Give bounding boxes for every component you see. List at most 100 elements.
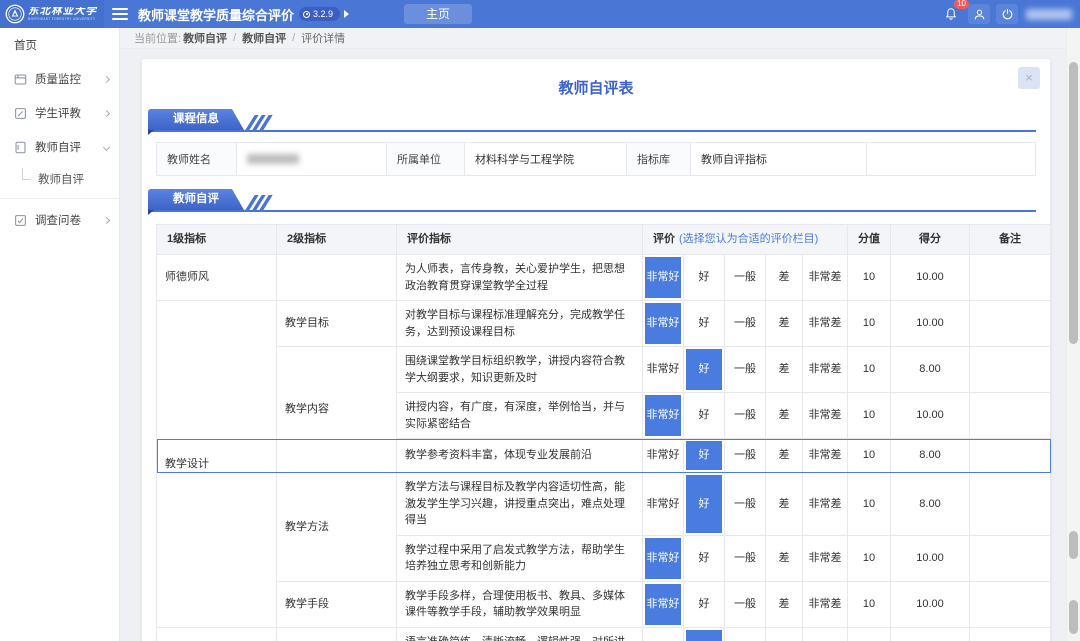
expand-arrow-icon[interactable] bbox=[344, 10, 349, 18]
rating-option-cell: 差 bbox=[766, 393, 803, 439]
tab-home[interactable]: 主页 bbox=[404, 4, 472, 24]
rating-option-button[interactable]: 非常差 bbox=[805, 257, 845, 298]
rating-option-button[interactable]: 差 bbox=[768, 303, 800, 344]
rating-option-button[interactable]: 非常好 bbox=[645, 584, 681, 625]
rating-option-button[interactable]: 非常好 bbox=[645, 475, 681, 533]
rating-option-button[interactable]: 一般 bbox=[727, 630, 763, 641]
notifications-button[interactable]: 10 bbox=[940, 4, 962, 24]
rating-option-button[interactable]: 非常差 bbox=[805, 303, 845, 344]
rating-option-cell: 非常好 bbox=[643, 473, 684, 536]
rating-option-button[interactable]: 好 bbox=[686, 630, 722, 641]
rating-option-button[interactable]: 非常差 bbox=[805, 630, 845, 641]
section-tab-label: 课程信息 bbox=[148, 109, 244, 130]
rating-option-button[interactable]: 非常差 bbox=[805, 441, 845, 470]
sidebar-item-teacher-self-evaluation[interactable]: 教师自评 bbox=[0, 130, 119, 164]
sidebar-item-survey[interactable]: 调查问卷 bbox=[0, 203, 119, 237]
rating-option-cell: 差 bbox=[766, 473, 803, 536]
indicator-library-label: 指标库 bbox=[627, 143, 691, 176]
rating-option-cell: 非常好 bbox=[643, 301, 684, 347]
score-value-cell: 10 bbox=[848, 439, 891, 473]
header-got: 得分 bbox=[891, 225, 970, 255]
score-value-cell: 10 bbox=[848, 255, 891, 301]
level1-indicator-cell: 师德师风 bbox=[157, 255, 277, 301]
rating-option-button[interactable]: 非常好 bbox=[645, 303, 681, 344]
menu-toggle-icon[interactable] bbox=[112, 8, 128, 20]
course-info-empty-cell bbox=[867, 143, 1036, 176]
rating-option-cell: 好 bbox=[684, 535, 725, 581]
university-logo-icon bbox=[5, 4, 25, 24]
rating-option-button[interactable]: 一般 bbox=[727, 475, 763, 533]
rating-option-button[interactable]: 一般 bbox=[727, 441, 763, 470]
rating-option-button[interactable]: 差 bbox=[768, 584, 800, 625]
checklist-icon bbox=[14, 214, 27, 227]
rating-option-button[interactable]: 差 bbox=[768, 475, 800, 533]
score-obtained-cell: 8.00 bbox=[891, 473, 970, 536]
rating-option-cell: 好 bbox=[684, 393, 725, 439]
rating-option-cell: 差 bbox=[766, 347, 803, 393]
app-title: 教师课堂教学质量综合评价 bbox=[138, 5, 294, 24]
eval-row: 教学内容围绕课堂教学目标组织教学，讲授内容符合教学大纲要求，知识更新及时非常好好… bbox=[157, 347, 1051, 393]
remark-cell bbox=[970, 581, 1051, 627]
rating-option-button[interactable]: 差 bbox=[768, 395, 800, 436]
profile-button[interactable] bbox=[968, 4, 990, 24]
rating-option-button[interactable]: 非常差 bbox=[805, 475, 845, 533]
rating-option-button[interactable]: 一般 bbox=[727, 584, 763, 625]
score-value-cell: 10 bbox=[848, 627, 891, 641]
rating-option-button[interactable]: 好 bbox=[686, 441, 722, 470]
rating-option-button[interactable]: 非常好 bbox=[645, 395, 681, 436]
rating-option-button[interactable]: 非常好 bbox=[645, 538, 681, 579]
sidebar: 首页 质量监控 学生评教 教师自评 教师自评 调查问卷 bbox=[0, 28, 120, 641]
rating-option-cell: 一般 bbox=[725, 393, 766, 439]
rating-option-button[interactable]: 好 bbox=[686, 349, 722, 390]
rating-option-button[interactable]: 非常差 bbox=[805, 538, 845, 579]
page-scrollbar[interactable] bbox=[1066, 28, 1080, 641]
rating-option-button[interactable]: 好 bbox=[686, 584, 722, 625]
rating-option-button[interactable]: 非常好 bbox=[645, 441, 681, 470]
sidebar-subitem-teacher-self-evaluation[interactable]: 教师自评 bbox=[0, 164, 119, 194]
score-value-cell: 10 bbox=[848, 347, 891, 393]
breadcrumb-item[interactable]: 教师自评 bbox=[183, 30, 227, 46]
header-evaluation: 评价(选择您认为合适的评价栏目) bbox=[643, 225, 848, 255]
rating-option-button[interactable]: 非常差 bbox=[805, 395, 845, 436]
rating-option-cell: 差 bbox=[766, 439, 803, 473]
rating-option-button[interactable]: 非常好 bbox=[645, 349, 681, 390]
rating-option-button[interactable]: 好 bbox=[686, 257, 722, 298]
username-redacted bbox=[1026, 9, 1072, 20]
rating-option-button[interactable]: 好 bbox=[686, 303, 722, 344]
scrollbar-thumb[interactable] bbox=[1069, 531, 1078, 559]
close-button[interactable]: × bbox=[1018, 67, 1040, 89]
rating-option-cell: 非常差 bbox=[803, 301, 848, 347]
rating-option-button[interactable]: 好 bbox=[686, 395, 722, 436]
sidebar-item-home[interactable]: 首页 bbox=[0, 28, 119, 62]
rating-option-button[interactable]: 一般 bbox=[727, 395, 763, 436]
rating-option-button[interactable]: 一般 bbox=[727, 538, 763, 579]
rating-option-cell: 一般 bbox=[725, 473, 766, 536]
rating-option-button[interactable]: 好 bbox=[686, 475, 722, 533]
rating-option-button[interactable]: 差 bbox=[768, 349, 800, 390]
sidebar-item-quality-monitoring[interactable]: 质量监控 bbox=[0, 62, 119, 96]
rating-option-button[interactable]: 差 bbox=[768, 630, 800, 641]
rating-option-cell: 非常差 bbox=[803, 439, 848, 473]
rating-option-button[interactable]: 非常差 bbox=[805, 349, 845, 390]
rating-option-button[interactable]: 差 bbox=[768, 257, 800, 298]
section-tab-label: 教师自评 bbox=[148, 189, 244, 210]
rating-option-button[interactable]: 一般 bbox=[727, 303, 763, 344]
rating-option-button[interactable]: 一般 bbox=[727, 257, 763, 298]
breadcrumb-item[interactable]: 教师自评 bbox=[242, 30, 286, 46]
rating-option-button[interactable]: 非常好 bbox=[645, 630, 681, 641]
breadcrumb: 当前位置: 教师自评 / 教师自评 / 评价详情 bbox=[120, 28, 1080, 49]
rating-option-button[interactable]: 非常好 bbox=[645, 257, 681, 298]
rating-option-button[interactable]: 差 bbox=[768, 441, 800, 470]
rating-option-button[interactable]: 差 bbox=[768, 538, 800, 579]
rating-option-button[interactable]: 一般 bbox=[727, 349, 763, 390]
rating-option-button[interactable]: 非常差 bbox=[805, 584, 845, 625]
remark-cell bbox=[970, 393, 1051, 439]
scrollbar-thumb[interactable] bbox=[1069, 62, 1078, 344]
sidebar-item-student-evaluation[interactable]: 学生评教 bbox=[0, 96, 119, 130]
scrollbar-thumb[interactable] bbox=[1069, 600, 1078, 634]
rating-option-button[interactable]: 好 bbox=[686, 538, 722, 579]
score-obtained-cell: 10.00 bbox=[891, 535, 970, 581]
eval-row: 教学方法教学方法与课程目标及教学内容适切性高，能激发学生学习兴趣，讲授重点突出，… bbox=[157, 473, 1051, 536]
rating-option-cell: 差 bbox=[766, 301, 803, 347]
logout-button[interactable] bbox=[996, 4, 1018, 24]
